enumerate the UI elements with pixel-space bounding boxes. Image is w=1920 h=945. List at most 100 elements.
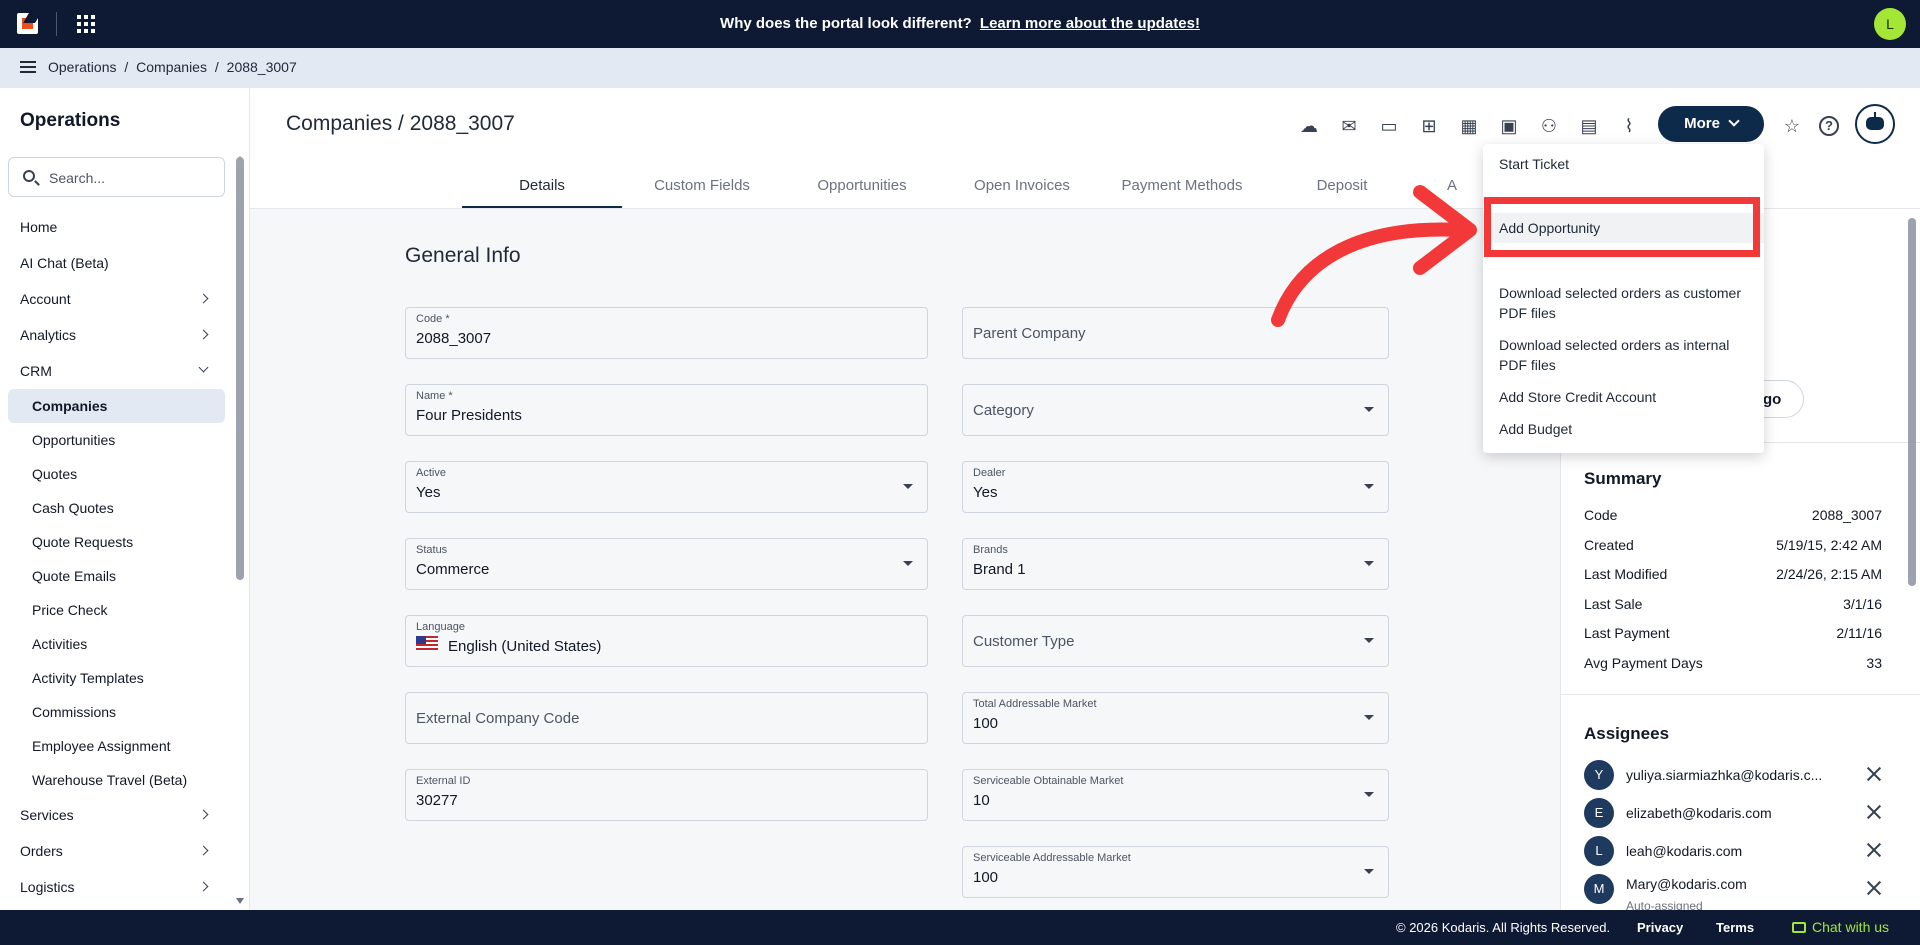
- summary-value: 33: [1866, 655, 1882, 671]
- summary-row: Last Payment 2/11/16: [1584, 625, 1882, 641]
- sidebar-item-commissions[interactable]: Commissions: [8, 695, 225, 729]
- building-icon[interactable]: ▦: [1457, 114, 1481, 138]
- menu-item-add-store-credit[interactable]: Add Store Credit Account: [1499, 387, 1656, 407]
- sidebar-search-input[interactable]: Search...: [8, 157, 225, 197]
- menu-item-download-internal-pdf[interactable]: Download selected orders as internal PDF…: [1499, 335, 1749, 375]
- menu-item-download-customer-pdf[interactable]: Download selected orders as customer PDF…: [1499, 283, 1749, 323]
- tab-open-invoices[interactable]: Open Invoices: [942, 174, 1102, 210]
- scroll-down-icon[interactable]: [236, 898, 244, 904]
- help-icon[interactable]: ?: [1819, 116, 1839, 136]
- field-label: Serviceable Addressable Market: [973, 852, 1131, 864]
- update-banner: Why does the portal look different? Lear…: [0, 15, 1920, 32]
- credit-card-icon[interactable]: ▭: [1377, 114, 1401, 138]
- dropdown-arrow-icon: [1364, 792, 1374, 797]
- sidebar-item-services[interactable]: Services: [8, 797, 225, 833]
- breadcrumb: Operations / Companies / 2088_3007: [48, 59, 301, 75]
- sidebar-item-quote-requests[interactable]: Quote Requests: [8, 525, 225, 559]
- sidebar-item-crm[interactable]: CRM: [8, 353, 225, 389]
- sidebar-item-opportunities[interactable]: Opportunities: [8, 423, 225, 457]
- sidebar-item-label: Activity Templates: [32, 670, 144, 686]
- total-addressable-market-select[interactable]: Total Addressable Market 100: [962, 692, 1389, 744]
- sidebar-item-analytics[interactable]: Analytics: [8, 317, 225, 353]
- sidebar-item-warehouse-travel-beta[interactable]: Warehouse Travel (Beta): [8, 763, 225, 797]
- menu-item-start-ticket[interactable]: Start Ticket: [1499, 154, 1569, 174]
- mail-icon[interactable]: ✉: [1337, 114, 1361, 138]
- serviceable-obtainable-market-select[interactable]: Serviceable Obtainable Market 10: [962, 769, 1389, 821]
- field-label: Serviceable Obtainable Market: [973, 775, 1124, 787]
- remove-assignee-close-icon[interactable]: [1866, 766, 1882, 782]
- chevron-right-icon: [198, 329, 209, 340]
- external-id-field[interactable]: External ID 30277: [405, 769, 928, 821]
- sidebar-item-activities[interactable]: Activities: [8, 627, 225, 661]
- chevron-right-icon: [198, 293, 209, 304]
- name-field[interactable]: Name * Four Presidents: [405, 384, 928, 436]
- sidebar-item-label: Logistics: [20, 879, 75, 895]
- tab-custom-fields[interactable]: Custom Fields: [622, 174, 782, 210]
- more-button[interactable]: More: [1658, 106, 1764, 142]
- us-flag-icon: [416, 636, 438, 651]
- sidebar-item-orders[interactable]: Orders: [8, 833, 225, 869]
- assignee-row: Yyuliya.siarmiazhka@kodaris.c...: [1584, 760, 1884, 792]
- sidebar-item-logistics[interactable]: Logistics: [8, 869, 225, 905]
- menu-item-add-budget[interactable]: Add Budget: [1499, 419, 1572, 439]
- active-select[interactable]: Active Yes: [405, 461, 928, 513]
- sidebar-item-quotes[interactable]: Quotes: [8, 457, 225, 491]
- status-select[interactable]: Status Commerce: [405, 538, 928, 590]
- dropdown-arrow-icon: [1364, 561, 1374, 566]
- tab-details[interactable]: Details: [462, 174, 622, 210]
- category-select[interactable]: Category: [962, 384, 1389, 436]
- sidebar-scrollbar[interactable]: [236, 157, 244, 580]
- sidebar-item-quote-emails[interactable]: Quote Emails: [8, 559, 225, 593]
- dropdown-arrow-icon: [1364, 869, 1374, 874]
- ai-assistant-icon[interactable]: [1855, 104, 1895, 144]
- assignee-row: Eelizabeth@kodaris.com: [1584, 798, 1884, 830]
- serviceable-addressable-market-select[interactable]: Serviceable Addressable Market 100: [962, 846, 1389, 898]
- person-add-icon[interactable]: ⚇: [1537, 114, 1561, 138]
- tab-opportunities[interactable]: Opportunities: [782, 174, 942, 210]
- banner-link[interactable]: Learn more about the updates!: [980, 15, 1200, 32]
- avatar: L: [1584, 836, 1614, 866]
- dealer-select[interactable]: Dealer Yes: [962, 461, 1389, 513]
- privacy-link[interactable]: Privacy: [1637, 920, 1683, 935]
- sidebar-item-account[interactable]: Account: [8, 281, 225, 317]
- chat-button[interactable]: Chat with us: [1792, 919, 1889, 935]
- avatar: Y: [1584, 760, 1614, 790]
- gift-icon[interactable]: ⊞: [1417, 114, 1441, 138]
- dropdown-arrow-icon: [1364, 638, 1374, 643]
- cloud-upload-icon[interactable]: ☁: [1297, 114, 1321, 138]
- star-icon[interactable]: ☆: [1780, 114, 1804, 138]
- user-avatar[interactable]: L: [1874, 8, 1906, 40]
- sidebar-item-employee-assignment[interactable]: Employee Assignment: [8, 729, 225, 763]
- field-label: External ID: [416, 775, 471, 787]
- sidebar-item-label: Home: [20, 219, 58, 235]
- sidebar-item-companies[interactable]: Companies: [8, 389, 225, 423]
- terms-link[interactable]: Terms: [1716, 920, 1754, 935]
- attachment-icon[interactable]: ⌇: [1617, 114, 1641, 138]
- remove-assignee-close-icon[interactable]: [1866, 880, 1882, 896]
- sidebar-item-label: Warehouse Travel (Beta): [32, 772, 188, 788]
- external-company-code-field[interactable]: External Company Code: [405, 692, 928, 744]
- monitor-add-icon[interactable]: ▣: [1497, 114, 1521, 138]
- document-add-icon[interactable]: ▤: [1577, 114, 1601, 138]
- breadcrumb-operations[interactable]: Operations: [48, 59, 116, 75]
- summary-row: Code 2088_3007: [1584, 507, 1882, 523]
- remove-assignee-close-icon[interactable]: [1866, 842, 1882, 858]
- sidebar-item-cash-quotes[interactable]: Cash Quotes: [8, 491, 225, 525]
- field-label: Brands: [973, 544, 1008, 556]
- sidebar-item-activity-templates[interactable]: Activity Templates: [8, 661, 225, 695]
- field-label: Language: [416, 621, 465, 633]
- code-field[interactable]: Code * 2088_3007: [405, 307, 928, 359]
- sidebar-item-price-check[interactable]: Price Check: [8, 593, 225, 627]
- tab-payment-methods[interactable]: Payment Methods: [1102, 174, 1262, 210]
- language-select[interactable]: Language English (United States): [405, 615, 928, 667]
- summary-row: Last Sale 3/1/16: [1584, 596, 1882, 612]
- menu-icon[interactable]: [20, 61, 36, 73]
- brands-select[interactable]: Brands Brand 1: [962, 538, 1389, 590]
- customer-type-select[interactable]: Customer Type: [962, 615, 1389, 667]
- sidebar-item-label: Quote Requests: [32, 534, 134, 550]
- sidebar-item-ai-chat-beta[interactable]: AI Chat (Beta): [8, 245, 225, 281]
- remove-assignee-close-icon[interactable]: [1866, 804, 1882, 820]
- breadcrumb-companies[interactable]: Companies: [136, 59, 207, 75]
- sidebar-item-home[interactable]: Home: [8, 209, 225, 245]
- panel-scrollbar[interactable]: [1908, 218, 1916, 586]
